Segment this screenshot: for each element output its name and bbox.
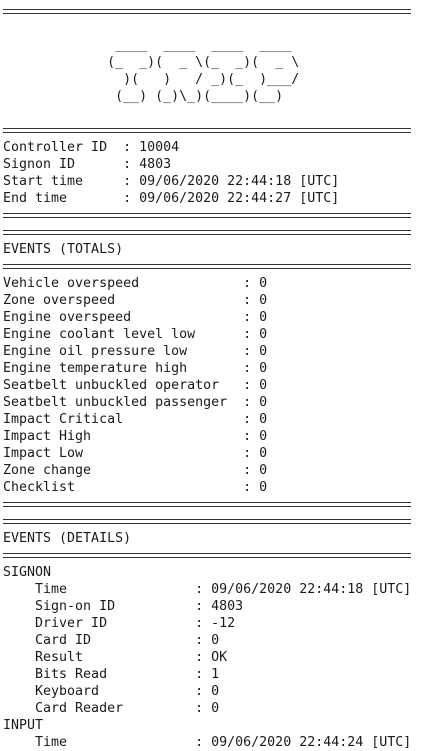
report-line: Checklist : 0: [3, 480, 268, 495]
report-line: INPUT: [3, 718, 44, 733]
ascii-logo-line: )( ) / _)(_ )___/: [3, 72, 300, 87]
ascii-logo-line: (__) (_)\_)(____)(__): [3, 89, 284, 104]
separator-rule: [3, 207, 427, 224]
report-line: Seatbelt unbuckled operator : 0: [3, 378, 268, 393]
report-line: Signon ID : 4803: [3, 157, 172, 172]
separator-rule: [3, 122, 427, 139]
report-line: Time : 09/06/2020 22:44:18 [UTC]: [3, 582, 412, 597]
report-line: Seatbelt unbuckled passenger : 0: [3, 395, 268, 410]
report-line: EVENTS (TOTALS): [3, 242, 124, 257]
report-line: Time : 09/06/2020 22:44:24 [UTC]: [3, 735, 412, 750]
report-line: Zone overspeed : 0: [3, 293, 268, 308]
separator-rule: [3, 224, 427, 241]
separator-rule: [3, 547, 427, 564]
separator-rule: [3, 3, 427, 20]
report-line: Impact Low : 0: [3, 446, 268, 461]
report-line: Result : OK: [3, 650, 228, 665]
report-line: Engine oil pressure low : 0: [3, 344, 268, 359]
report-line: Keyboard : 0: [3, 684, 220, 699]
report-line: End time : 09/06/2020 22:44:27 [UTC]: [3, 191, 340, 206]
separator-rule: [3, 513, 427, 530]
report-line: SIGNON: [3, 565, 52, 580]
report-line: Bits Read : 1: [3, 667, 220, 682]
report-line: Card ID : 0: [3, 633, 220, 648]
report-line: EVENTS (DETAILS): [3, 531, 132, 546]
report-line: Engine coolant level low : 0: [3, 327, 268, 342]
report-line: Card Reader : 0: [3, 701, 220, 716]
separator-rule: [3, 258, 427, 275]
ascii-logo-line: (_ _)( _ \(_ _)( _ \: [3, 55, 300, 70]
report-line: Start time : 09/06/2020 22:44:18 [UTC]: [3, 174, 340, 189]
report-line: Impact High : 0: [3, 429, 268, 444]
report-line: Engine overspeed : 0: [3, 310, 268, 325]
ascii-logo-line: ____ ____ ____ ____: [3, 38, 292, 53]
report-line: Zone change : 0: [3, 463, 268, 478]
report-line: Vehicle overspeed : 0: [3, 276, 268, 291]
report-line: Engine temperature high : 0: [3, 361, 268, 376]
report-line: Sign-on ID : 4803: [3, 599, 244, 614]
report-line: Controller ID : 10004: [3, 140, 180, 155]
report-line: Driver ID : -12: [3, 616, 236, 631]
trip-report-text: ____ ____ ____ ____ (_ _)( _ \(_ _)( _ \…: [3, 3, 427, 751]
report-line: Impact Critical : 0: [3, 412, 268, 427]
separator-rule: [3, 496, 427, 513]
